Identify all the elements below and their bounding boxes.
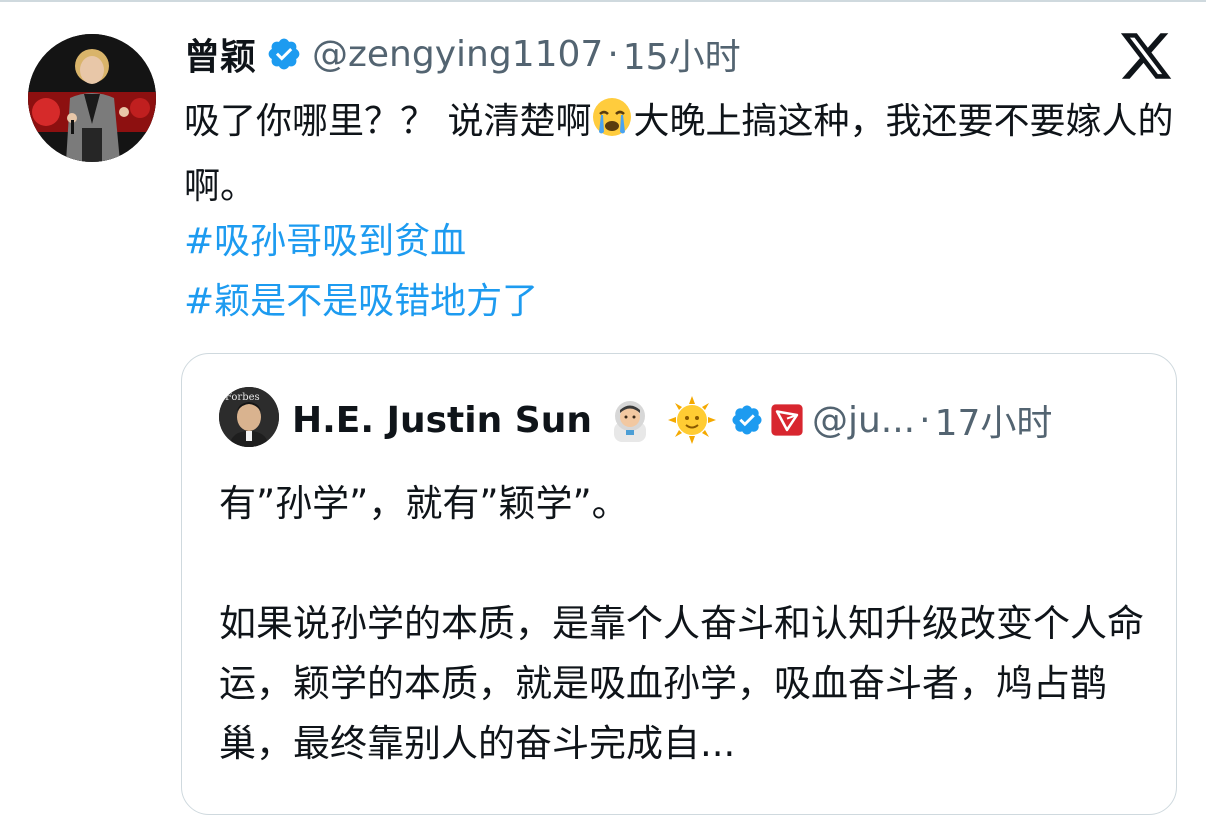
crying-face-emoji-icon [591,96,633,157]
tweet-text-part1: 吸了你哪里？？ 说清楚啊 [184,101,592,142]
verified-check-icon [732,405,762,435]
tron-icon [771,404,803,436]
quoted-tweet-text: 有”孙学”，就有”颖学”。 如果说孙学的本质，是靠个人奋斗和认知升级改变个人命运… [219,474,1149,774]
quoted-author-avatar[interactable]: Forbes [219,387,279,447]
tweet-text: 吸了你哪里？？ 说清楚啊 大晚上搞这种，我还要不要嫁人的啊。 [184,92,1174,217]
sun-with-face-emoji-icon [667,396,716,444]
quoted-tweet-header: H.E. Justin Sun @ju... · 17小时 [292,390,1052,450]
quoted-tweet-time[interactable]: 17小时 [935,394,1053,446]
quoted-author-name[interactable]: H.E. Justin Sun [292,400,592,441]
hashtag-link[interactable]: #吸孙哥吸到贫血 [184,212,466,264]
hashtag-link[interactable]: #颖是不是吸错地方了 [184,272,538,324]
quoted-text-line1: 有”孙学”，就有”颖学”。 [219,482,629,525]
author-name[interactable]: 曾颖 [184,28,256,80]
tweet-header: 曾颖 @zengying1107 · 15小时 [184,26,741,82]
author-handle[interactable]: @zengying1107 [312,34,603,75]
author-avatar[interactable] [28,34,156,162]
top-divider [0,0,1206,2]
x-logo-icon[interactable] [1118,28,1174,84]
verified-check-icon [268,38,300,70]
astronaut-emoji-icon [606,396,654,444]
quoted-text-paragraph: 如果说孙学的本质，是靠个人奋斗和认知升级改变个人命运，颖学的本质，就是吸血孙学，… [219,602,1144,765]
quoted-author-handle[interactable]: @ju... [812,400,915,441]
avatar-forbes-text: Forbes [225,392,260,403]
separator-dot: · [607,33,619,75]
quoted-tweet-card[interactable]: Forbes H.E. Justin Sun @ju... · 17小时 有”孙… [181,353,1177,815]
tweet-time[interactable]: 15小时 [623,28,741,80]
separator-dot: · [919,399,931,441]
